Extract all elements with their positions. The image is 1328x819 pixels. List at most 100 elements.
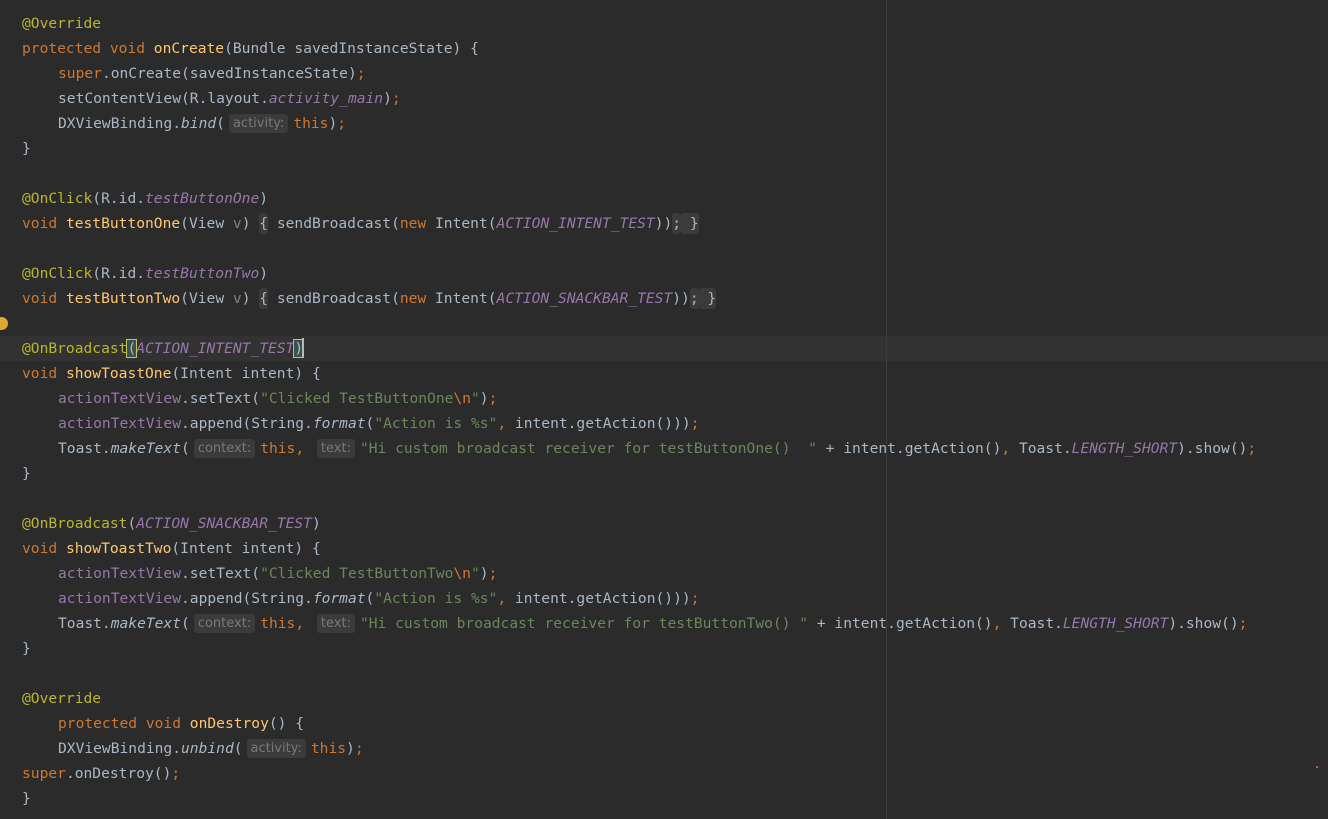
- bulb-icon[interactable]: [0, 317, 8, 330]
- code-token: ): [328, 115, 338, 132]
- error-marker: [1316, 766, 1318, 768]
- code-token: (View: [180, 215, 233, 232]
- code-token: intent.getAction())): [514, 415, 691, 432]
- code-token: ,: [497, 415, 515, 432]
- code-token: activity_main: [268, 90, 384, 107]
- code-token: (R.id.: [92, 265, 146, 282]
- code-token: (: [233, 740, 243, 757]
- code-token: ACTION_SNACKBAR_TEST: [496, 290, 673, 307]
- code-line[interactable]: protected void onDestroy() {: [22, 711, 1256, 736]
- code-line[interactable]: actionTextView.append(String.format("Act…: [22, 586, 1256, 611]
- code-line[interactable]: DXViewBinding.bind(activity: this);: [22, 111, 1256, 136]
- code-line[interactable]: [22, 236, 1256, 261]
- code-line[interactable]: actionTextView.setText("Clicked TestButt…: [22, 561, 1256, 586]
- code-token: ;: [1247, 440, 1257, 457]
- code-line[interactable]: @OnClick(R.id.testButtonOne): [22, 186, 1256, 211]
- code-token: new: [399, 215, 436, 232]
- code-token: ACTION_INTENT_TEST: [496, 215, 655, 232]
- fold-marker[interactable]: {: [259, 213, 269, 234]
- code-line[interactable]: actionTextView.setText("Clicked TestButt…: [22, 386, 1256, 411]
- fold-marker[interactable]: ;: [689, 288, 699, 309]
- code-token: intent.getAction())): [514, 590, 691, 607]
- code-line[interactable]: @Override: [22, 686, 1256, 711]
- code-token: .setText(: [181, 390, 261, 407]
- parameter-hint: context:: [193, 614, 256, 633]
- code-line[interactable]: }: [22, 461, 1256, 486]
- code-token: (: [365, 590, 375, 607]
- code-token: () {: [268, 715, 305, 732]
- code-line[interactable]: actionTextView.append(String.format("Act…: [22, 411, 1256, 436]
- code-token: actionTextView: [58, 415, 182, 432]
- code-line[interactable]: DXViewBinding.unbind(activity: this);: [22, 736, 1256, 761]
- code-token: (View: [180, 290, 233, 307]
- code-token: makeText: [110, 615, 182, 632]
- code-token: DXViewBinding.: [58, 740, 182, 757]
- code-line[interactable]: Toast.makeText(context: this, text: "Hi cu…: [22, 611, 1256, 636]
- code-token: ;: [354, 740, 364, 757]
- code-line[interactable]: [22, 486, 1256, 511]
- code-token: @OnBroadcast: [22, 515, 128, 532]
- code-line[interactable]: }: [22, 136, 1256, 161]
- code-line[interactable]: [22, 161, 1256, 186]
- code-token: bind: [181, 115, 217, 132]
- code-token: this: [293, 115, 329, 132]
- fold-marker[interactable]: }: [681, 213, 699, 234]
- code-token: ;: [171, 765, 181, 782]
- code-line[interactable]: [22, 311, 1256, 336]
- code-line[interactable]: }: [22, 636, 1256, 661]
- code-token: void: [22, 365, 66, 382]
- code-token: Toast.: [1010, 615, 1063, 632]
- code-line[interactable]: void testButtonTwo(View v) { sendBroadca…: [22, 286, 1256, 311]
- code-token: ": [470, 390, 480, 407]
- code-line[interactable]: setContentView(R.layout.activity_main);: [22, 86, 1256, 111]
- code-token: unbind: [181, 740, 234, 757]
- code-line[interactable]: Toast.makeText(context: this, text: "Hi cu…: [22, 436, 1256, 461]
- code-line[interactable]: void showToastOne(Intent intent) {: [22, 361, 1256, 386]
- code-token: ACTION_SNACKBAR_TEST: [136, 515, 312, 532]
- code-token: "Action is %s": [374, 590, 498, 607]
- code-token: ;: [337, 115, 347, 132]
- code-line[interactable]: @OnClick(R.id.testButtonTwo): [22, 261, 1256, 286]
- code-token: super: [58, 65, 102, 82]
- code-token: ).show(): [1168, 615, 1239, 632]
- code-token: @OnBroadcast: [22, 340, 128, 357]
- code-line[interactable]: void testButtonOne(View v) { sendBroadca…: [22, 211, 1256, 236]
- code-token: ): [479, 565, 489, 582]
- code-editor[interactable]: @Override protected void onCreate(Bundle …: [0, 0, 1328, 819]
- code-line[interactable]: @OnBroadcast(ACTION_INTENT_TEST): [22, 336, 1256, 361]
- code-token: "Clicked TestButtonOne: [260, 390, 454, 407]
- fold-marker[interactable]: }: [698, 288, 717, 309]
- code-token: \n: [453, 565, 471, 582]
- code-token: protected void: [22, 40, 154, 57]
- code-token: setContentView(R.layout.: [58, 90, 269, 107]
- code-line[interactable]: protected void onCreate(Bundle savedInst…: [22, 36, 1256, 61]
- code-line[interactable]: super.onCreate(savedInstanceState);: [22, 61, 1256, 86]
- code-line[interactable]: @Override: [22, 11, 1256, 36]
- code-token: Intent(: [435, 290, 497, 307]
- code-line[interactable]: @OnBroadcast(ACTION_SNACKBAR_TEST): [22, 511, 1256, 536]
- code-line[interactable]: [22, 661, 1256, 686]
- code-line[interactable]: }: [22, 786, 1256, 811]
- code-token: ,: [1001, 440, 1019, 457]
- fold-marker[interactable]: ;: [672, 213, 682, 234]
- code-token: }: [22, 465, 31, 482]
- code-token: testButtonTwo: [145, 265, 260, 282]
- code-token: protected void: [58, 715, 190, 732]
- code-line[interactable]: super.onDestroy();: [22, 761, 1256, 786]
- code-token: DXViewBinding.: [58, 115, 182, 132]
- code-token: ): [259, 190, 269, 207]
- code-token: Intent(: [435, 215, 497, 232]
- code-token: .onDestroy(): [65, 765, 172, 782]
- code-token: LENGTH_SHORT: [1071, 440, 1178, 457]
- code-token: this,: [260, 615, 313, 632]
- code-token: ): [479, 390, 489, 407]
- parameter-hint: text:: [316, 614, 355, 633]
- code-token: ).show(): [1177, 440, 1248, 457]
- code-token: v: [232, 215, 242, 232]
- fold-marker[interactable]: {: [259, 288, 269, 309]
- code-token: void: [22, 540, 66, 557]
- code-token: )): [654, 215, 673, 232]
- code-token: (Intent intent) {: [171, 540, 321, 557]
- code-line[interactable]: void showToastTwo(Intent intent) {: [22, 536, 1256, 561]
- code-token: @OnClick: [22, 190, 93, 207]
